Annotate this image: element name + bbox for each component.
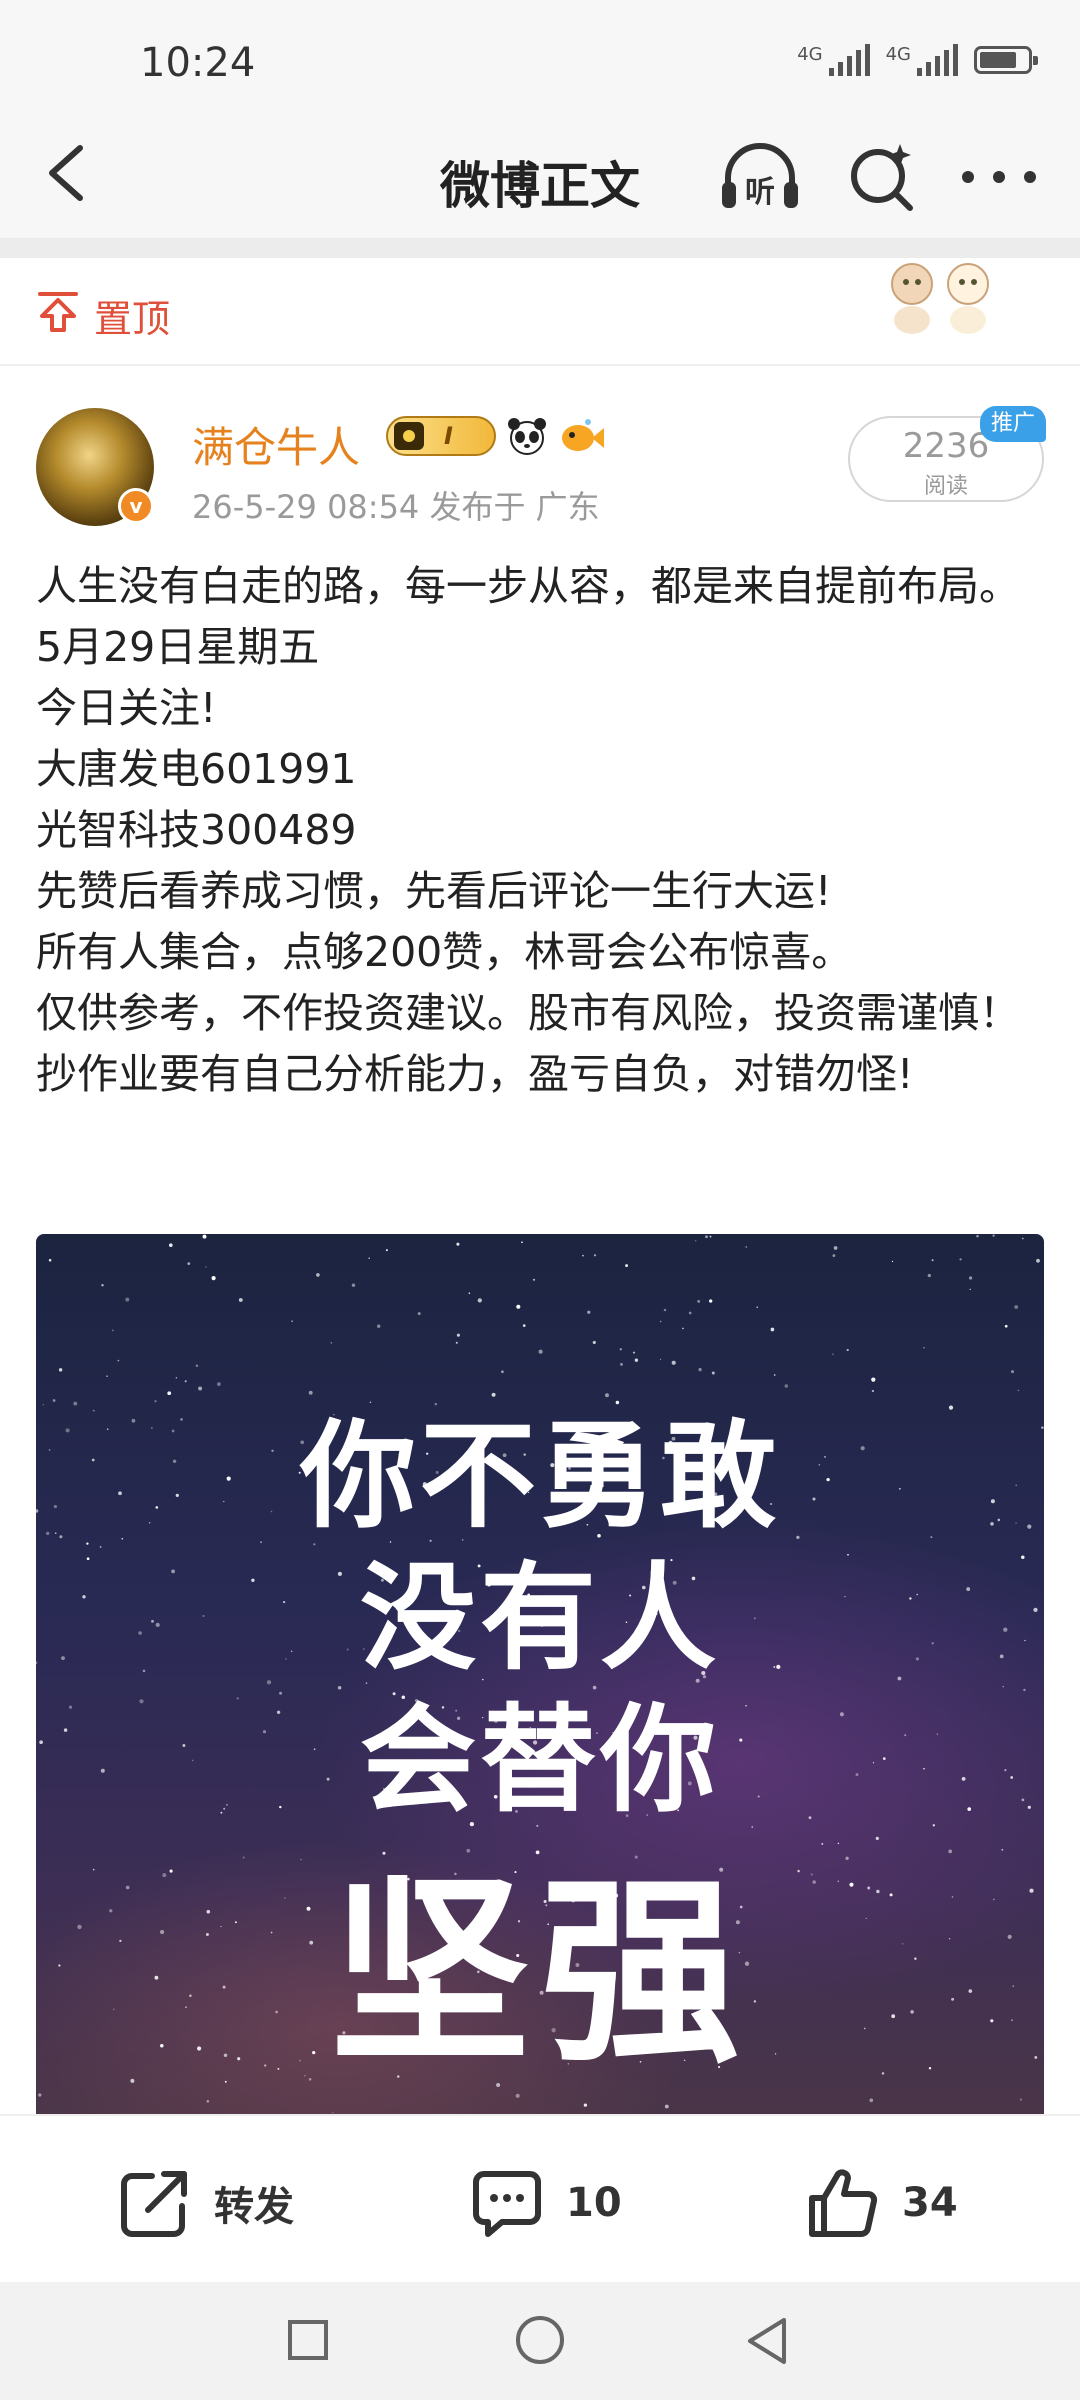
page-title: 微博正文 — [440, 157, 640, 215]
more-options-icon[interactable] — [962, 162, 1036, 192]
fish-badge-icon[interactable] — [558, 416, 604, 456]
pin-top-icon — [38, 292, 78, 332]
post-image[interactable]: 你不勇敢 没有人 会替你 坚强 — [36, 1234, 1044, 2114]
signal-icon: 4G — [886, 44, 958, 76]
post-text-line: 先赞后看养成习惯，先看后评论一生行大运! — [36, 867, 832, 915]
like-count: 34 — [902, 2180, 958, 2226]
status-time: 10:24 — [140, 40, 256, 86]
pinned-label: 置顶 — [94, 297, 171, 341]
search-icon[interactable] — [846, 140, 916, 212]
thumbs-up-icon — [809, 2169, 878, 2237]
top-nav-bar: 微博正文 听 — [0, 110, 1080, 238]
image-caption-line: 会替你 — [360, 1693, 720, 1828]
svg-text:听: 听 — [745, 175, 775, 210]
post-text-line: 仅供参考，不作投资建议。股市有风险，投资需谨慎！抄作业要有自己分析能力，盈亏自负… — [36, 989, 1020, 1098]
repost-label: 转发 — [214, 2184, 294, 2230]
pinned-bar: 置顶 — [0, 258, 1080, 366]
post-text-line: 大唐发电601991 — [36, 745, 357, 793]
signal-icon: 4G — [797, 44, 870, 76]
recent-apps-icon[interactable] — [288, 2320, 328, 2360]
panda-badge-icon[interactable] — [506, 416, 548, 456]
battery-icon — [974, 46, 1038, 74]
post-text-line: 今日关注! — [36, 684, 217, 732]
headphone-listen-icon[interactable]: 听 — [718, 140, 802, 212]
post-text-line: 所有人集合，点够200赞，林哥会公布惊喜。 — [36, 928, 853, 976]
read-label: 阅读 — [923, 474, 968, 499]
post-text-line: 5月29日星期五 — [36, 623, 320, 671]
post-text-line: 光智科技300489 — [36, 806, 357, 854]
post-timestamp-location: 26-5-29 08:54 发布于 广东 — [192, 488, 600, 526]
repost-button[interactable]: 转发 — [118, 2166, 294, 2240]
post-body: 人生没有白走的路，每一步从容，都是来自提前布局。 5月29日星期五 今日关注! … — [36, 556, 1046, 1105]
decorative-sticker-icon — [891, 263, 989, 334]
comment-button[interactable]: 10 — [470, 2166, 622, 2240]
image-caption-emphasis: 坚强 — [329, 1857, 750, 2090]
repost-icon — [121, 2171, 187, 2237]
member-crown-badge-icon[interactable]: I — [386, 416, 496, 456]
comment-count: 10 — [566, 2180, 622, 2226]
user-badges: I — [386, 416, 604, 456]
promoted-tag: 推广 — [980, 406, 1046, 442]
home-icon[interactable] — [516, 2316, 564, 2364]
username[interactable]: 满仓牛人 — [192, 414, 360, 475]
post-header: v 满仓牛人 I 26-5-29 08:54 发布于 广东 2236 阅读 推广 — [0, 390, 1080, 540]
section-divider — [0, 238, 1080, 258]
system-back-icon[interactable] — [744, 2316, 792, 2366]
post-action-bar: 转发 10 34 — [0, 2114, 1080, 2284]
like-button[interactable]: 34 — [806, 2166, 958, 2240]
verified-badge-icon: v — [118, 488, 154, 524]
status-icons: 4G 4G — [797, 44, 1038, 76]
comment-icon — [473, 2171, 541, 2237]
system-nav-bar — [0, 2282, 1080, 2400]
post-text-line: 人生没有白走的路，每一步从容，都是来自提前布局。 — [36, 562, 1020, 610]
